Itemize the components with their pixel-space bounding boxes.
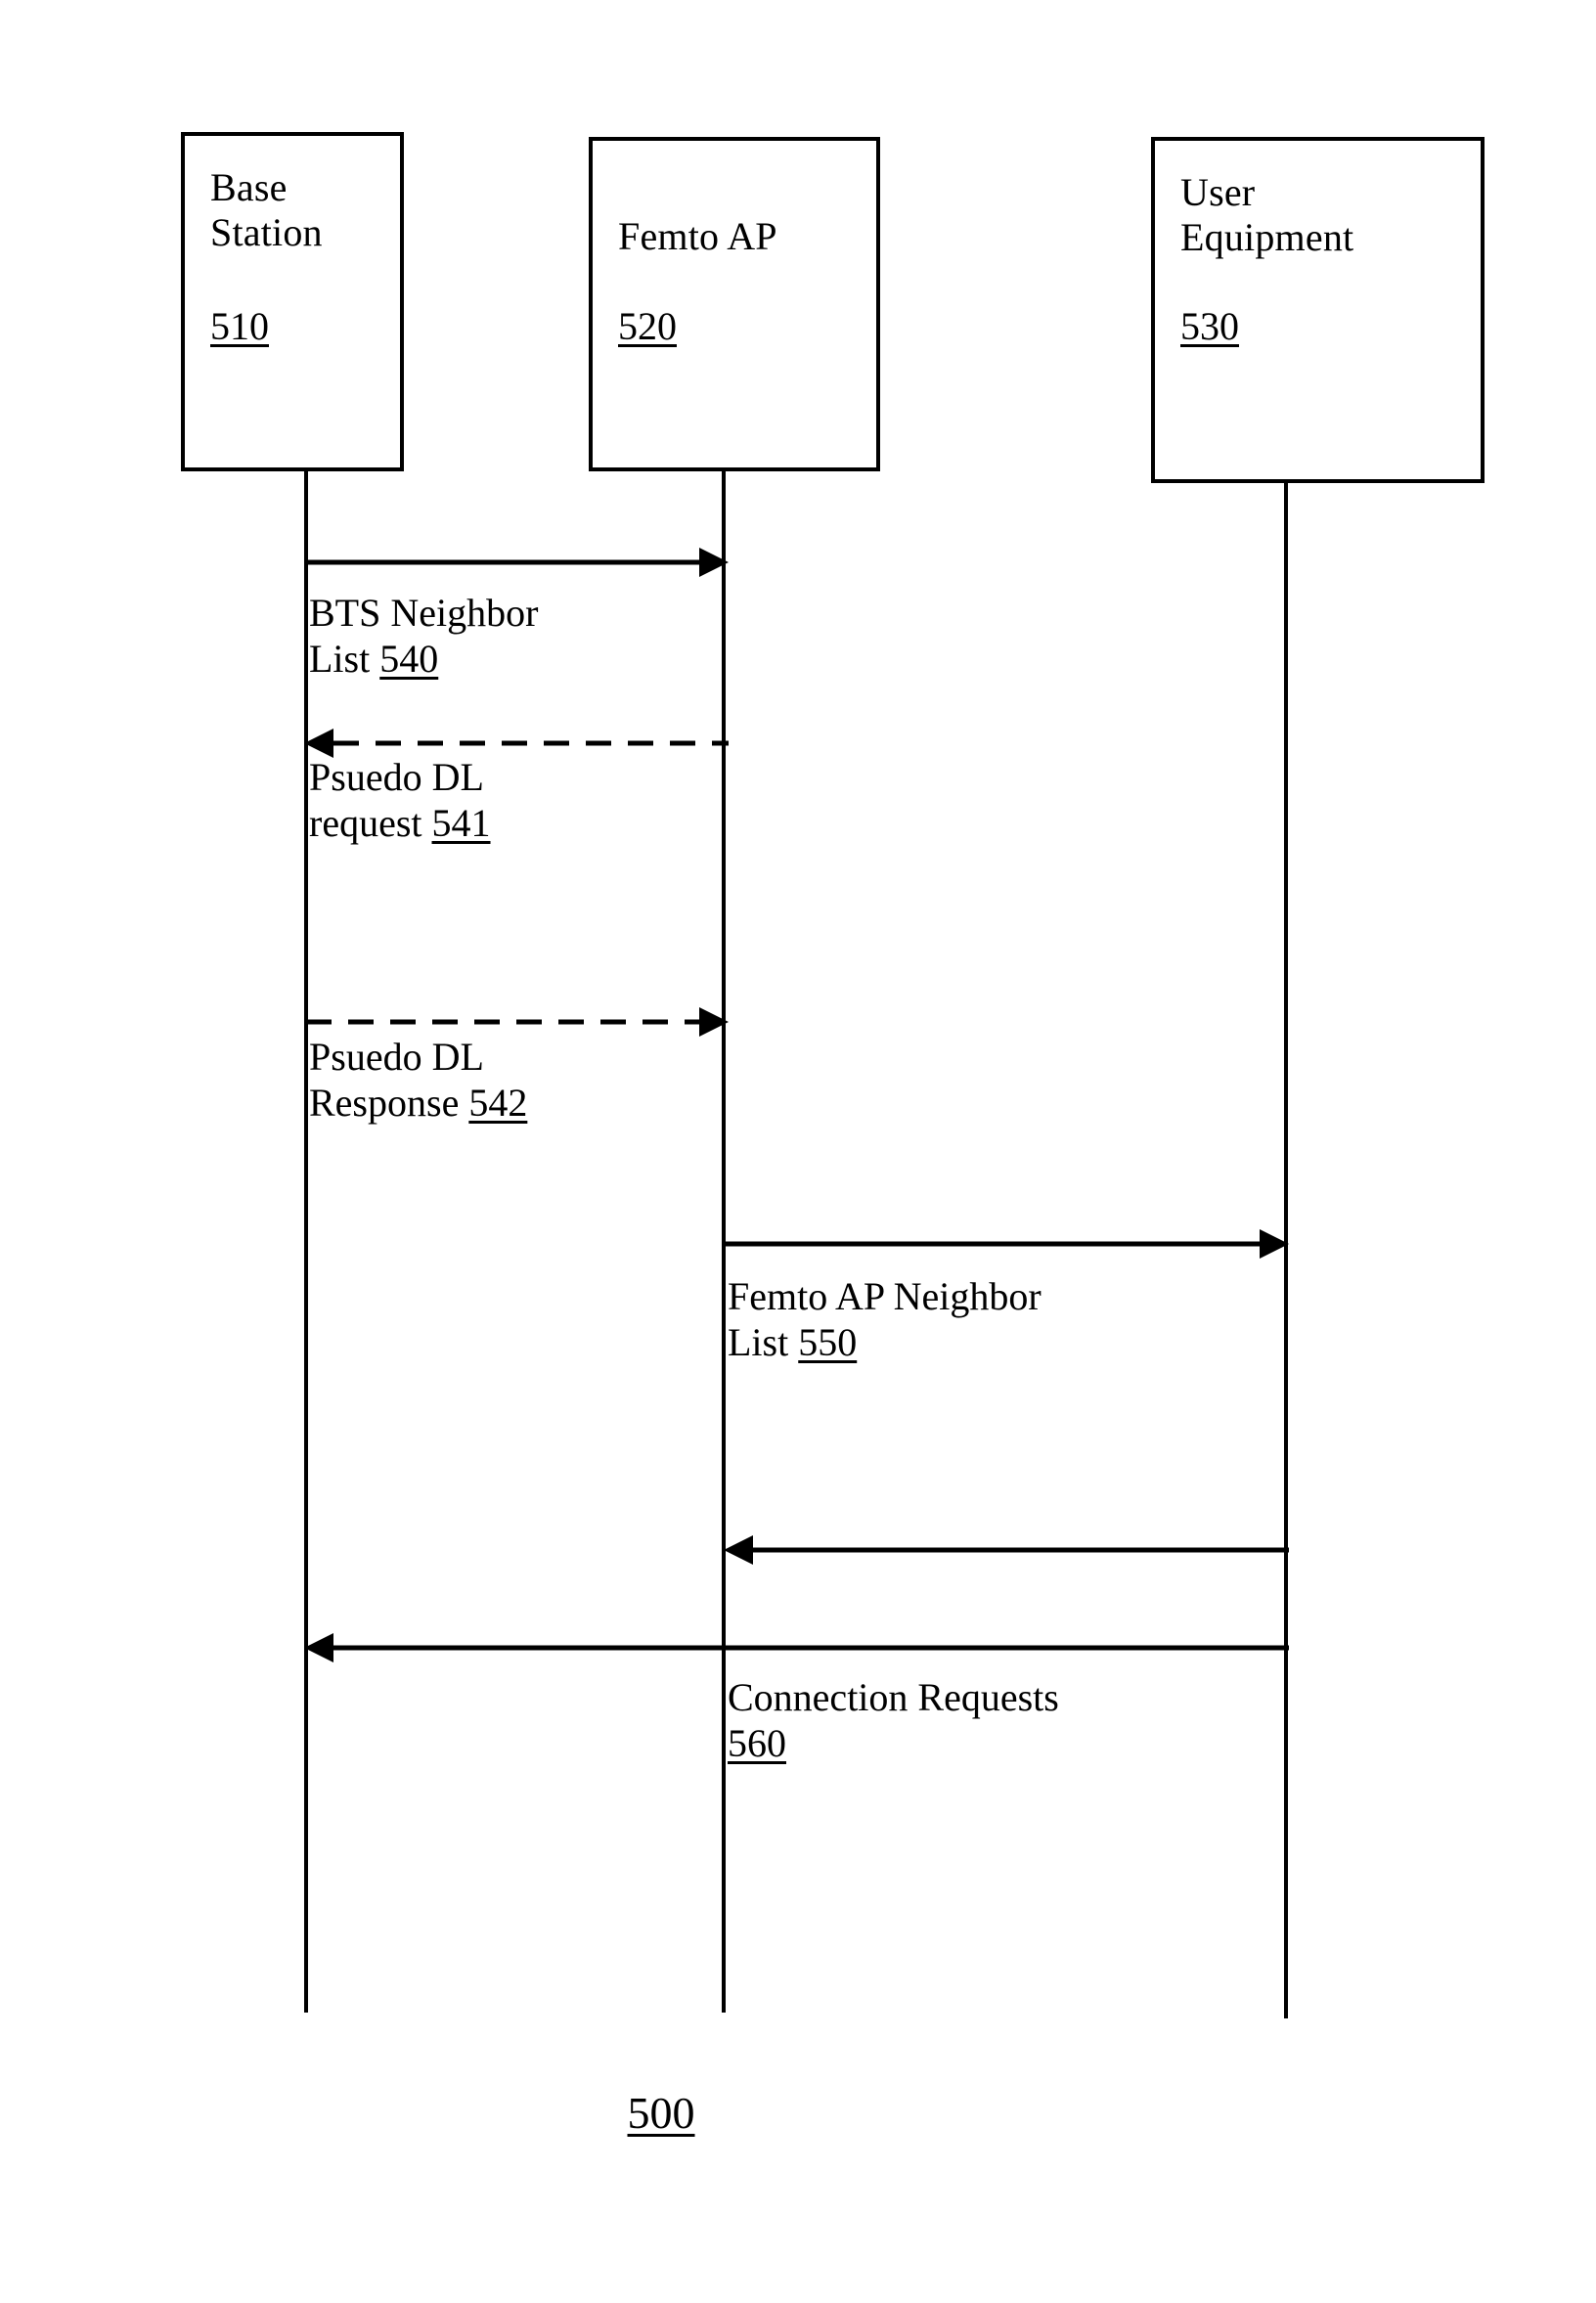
message-ref-541: 541 — [431, 801, 491, 846]
participant-box-base-station: Base Station 510 — [181, 132, 404, 471]
message-label-542-text: Psuedo DL Response — [309, 1035, 484, 1126]
participant-box-femto-ap: Femto AP 520 — [589, 137, 880, 471]
participant-title-femto-ap: Femto AP — [618, 214, 777, 258]
message-label-550-text: Femto AP Neighbor List — [728, 1274, 1042, 1365]
message-ref-550: 550 — [798, 1320, 858, 1365]
message-arrow-550 — [724, 1225, 1289, 1262]
participant-ref-femto-ap: 520 — [618, 304, 677, 348]
message-label-540: BTS Neighbor List 540 — [309, 590, 730, 682]
participant-title-user-equipment: User Equipment — [1180, 170, 1354, 259]
figure-number-text: 500 — [627, 2088, 695, 2138]
message-ref-560: 560 — [728, 1721, 786, 1766]
message-label-550: Femto AP Neighbor List 550 — [728, 1273, 1275, 1365]
message-label-560: Connection Requests 560 — [728, 1674, 1314, 1766]
participant-title-base-station: Base Station — [210, 165, 323, 254]
message-label-542: Psuedo DL Response 542 — [309, 1034, 730, 1126]
message-arrow-560 — [304, 1629, 1289, 1666]
message-ref-542: 542 — [468, 1081, 528, 1126]
message-arrow-540 — [304, 544, 729, 581]
message-arrow-unlabeled-ue-to-femto — [724, 1531, 1289, 1569]
message-label-541: Psuedo DL request 541 — [309, 754, 730, 846]
lifeline-base-station — [304, 471, 308, 2013]
participant-box-user-equipment: User Equipment 530 — [1151, 137, 1485, 483]
figure-number: 500 — [0, 2091, 1322, 2136]
message-ref-540: 540 — [379, 637, 439, 682]
participant-ref-base-station: 510 — [210, 304, 269, 348]
participant-ref-user-equipment: 530 — [1180, 304, 1239, 348]
sequence-diagram: Base Station 510 Femto AP 520 User Equip… — [0, 0, 1596, 2303]
message-label-560-text: Connection Requests — [728, 1675, 1059, 1719]
